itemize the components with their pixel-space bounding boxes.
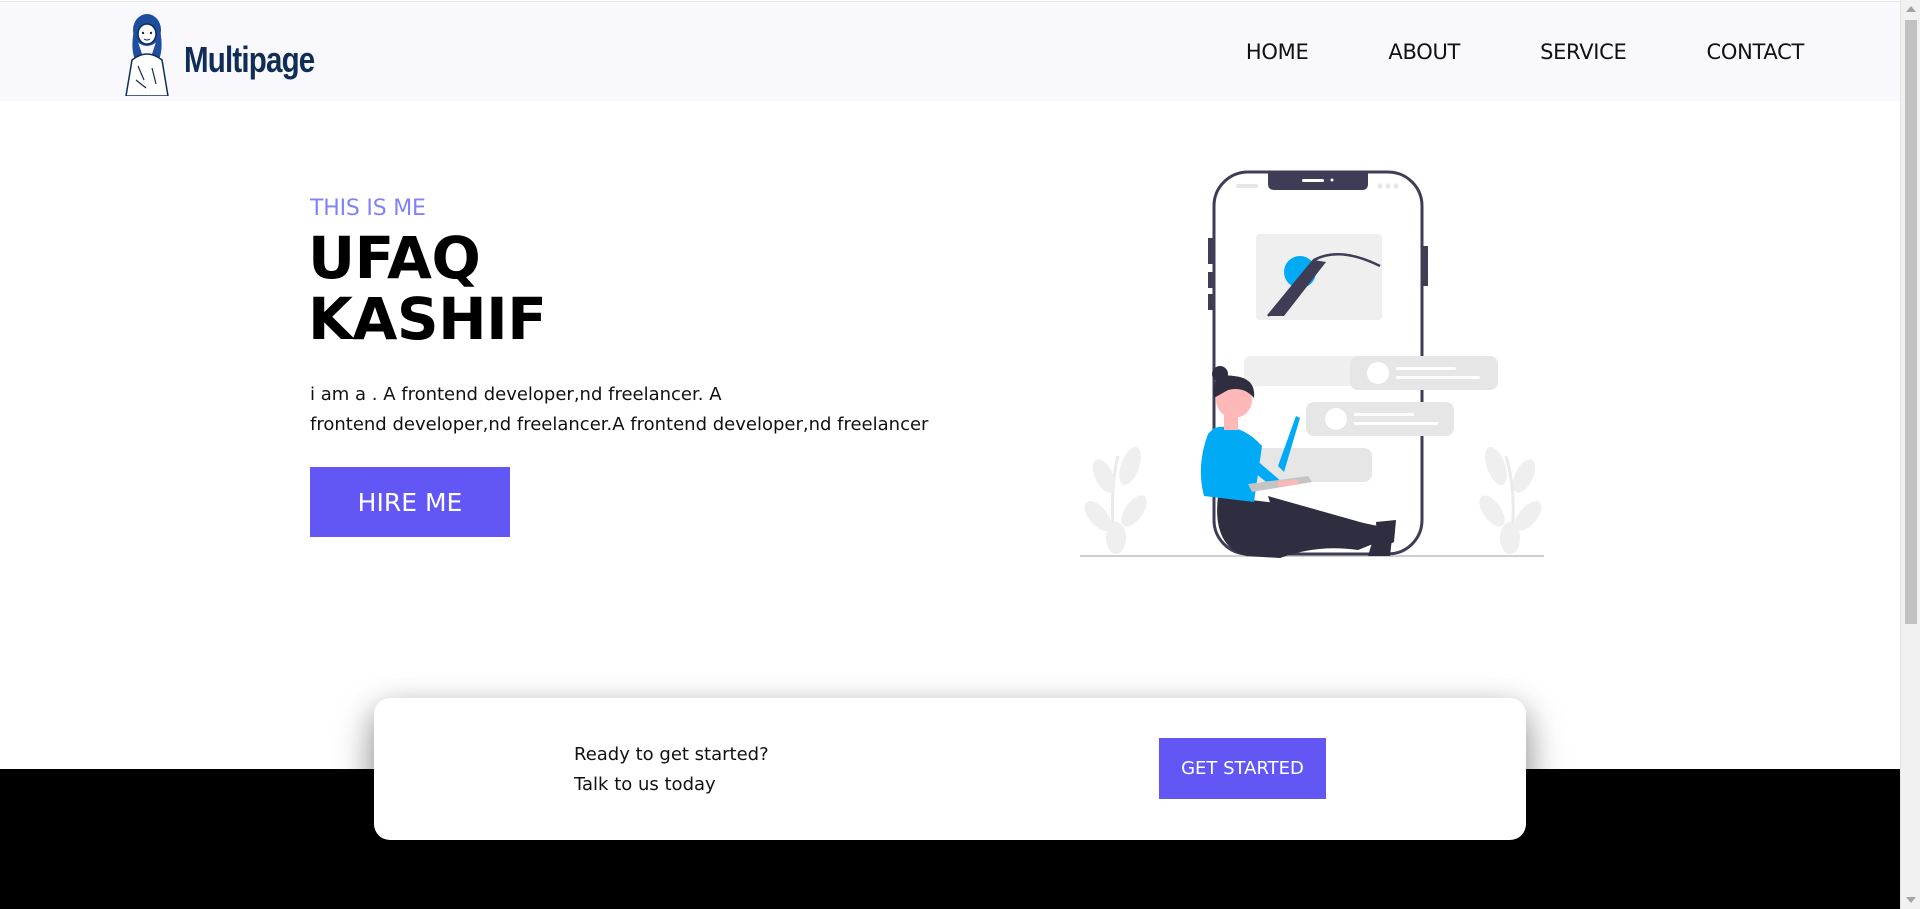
cta-line2: Talk to us today — [574, 774, 716, 795]
logo[interactable]: Multipage — [116, 10, 343, 96]
cta-card: Ready to get started? Talk to us today G… — [374, 698, 1526, 840]
image-placeholder-icon — [1256, 234, 1382, 320]
get-started-button[interactable]: GET STARTED — [1159, 738, 1326, 799]
cta-line1: Ready to get started? — [574, 744, 769, 765]
logo-girl-icon — [125, 14, 169, 96]
nav-contact[interactable]: CONTACT — [1707, 40, 1805, 64]
hire-me-button[interactable]: HIRE ME — [310, 467, 510, 537]
nav-home[interactable]: HOME — [1246, 40, 1309, 64]
hero-desc-line2: frontend developer,nd freelancer.A front… — [310, 414, 929, 435]
hero-name: UFAQ KASHIF — [308, 224, 547, 353]
vertical-scrollbar[interactable] — [1900, 0, 1920, 909]
hero-eyebrow: THIS IS ME — [310, 196, 426, 221]
brand-name: Multipage — [184, 39, 315, 80]
hero-description: i am a . A frontend developer,nd freelan… — [310, 380, 950, 440]
scroll-up-arrow-icon[interactable] — [1906, 6, 1916, 12]
main-nav: HOME ABOUT SERVICE CONTACT — [1246, 40, 1804, 64]
hero-desc-line1: i am a . A frontend developer,nd freelan… — [310, 384, 722, 405]
plant-left-icon — [1084, 446, 1147, 555]
hero-illustration — [1080, 170, 1544, 558]
plant-right-icon — [1479, 446, 1542, 555]
cta-text: Ready to get started? Talk to us today — [574, 740, 769, 800]
hero-name-line1: UFAQ — [308, 224, 481, 292]
scrollbar-thumb[interactable] — [1905, 20, 1917, 624]
hero-name-line2: KASHIF — [308, 285, 547, 353]
nav-service[interactable]: SERVICE — [1540, 40, 1627, 64]
navbar: Multipage HOME ABOUT SERVICE CONTACT — [0, 1, 1900, 101]
nav-about[interactable]: ABOUT — [1388, 40, 1460, 64]
page: Multipage HOME ABOUT SERVICE CONTACT THI… — [0, 0, 1900, 909]
scroll-down-arrow-icon[interactable] — [1906, 897, 1916, 903]
